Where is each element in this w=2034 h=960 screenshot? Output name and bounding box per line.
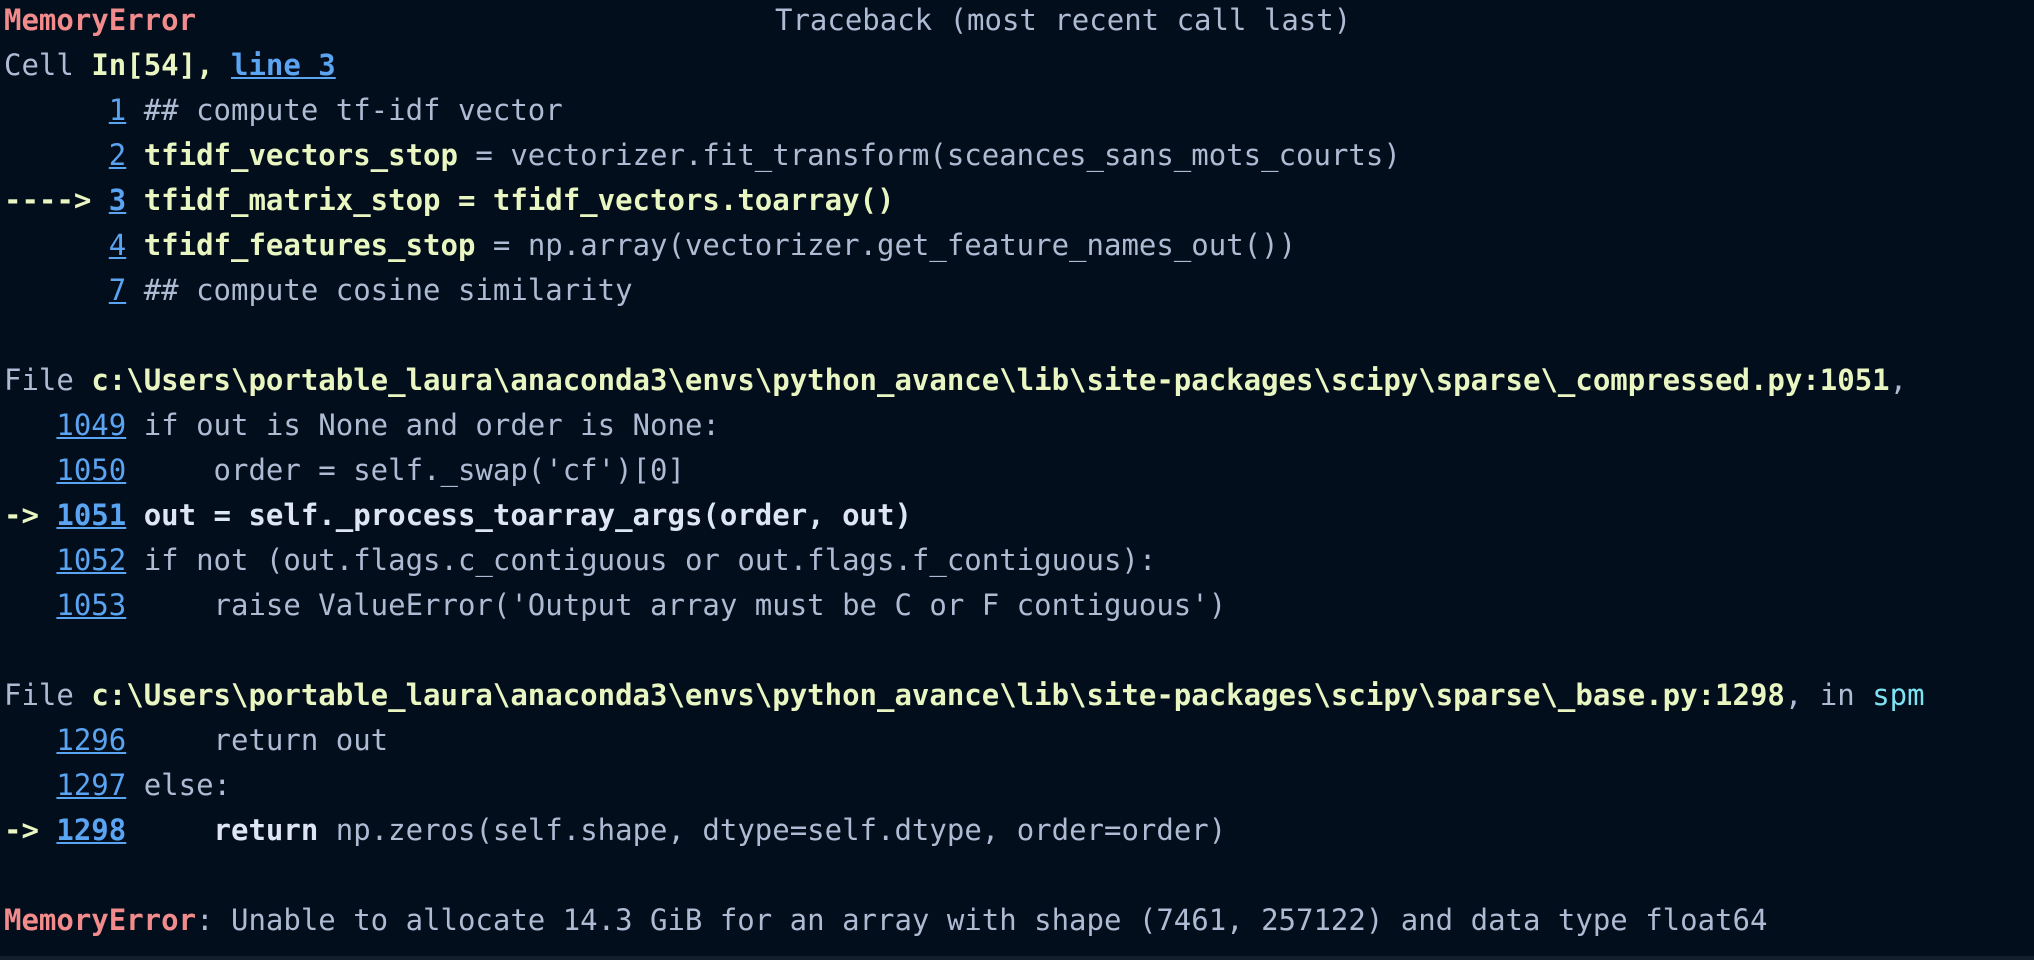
file-location: File c:\Users\portable_laura\anaconda3\e… bbox=[4, 673, 1925, 718]
file-location: File c:\Users\portable_laura\anaconda3\e… bbox=[4, 358, 1907, 403]
line-number-link[interactable]: 1298 bbox=[56, 813, 126, 847]
code-text: if not (out.flags.c_contiguous or out.fl… bbox=[126, 543, 1157, 577]
code-text: ## compute cosine similarity bbox=[126, 273, 633, 307]
function-name: spm bbox=[1872, 678, 1925, 712]
code-line: 1052 if not (out.flags.c_contiguous or o… bbox=[4, 538, 1156, 583]
code-bold: tfidf_features_stop bbox=[126, 228, 476, 262]
code-text: if out is None and order is None: bbox=[126, 408, 720, 442]
line-number-link[interactable]: 1050 bbox=[56, 453, 126, 487]
code-keyword: return bbox=[213, 813, 319, 847]
line-prefix bbox=[4, 543, 56, 577]
line-number-link[interactable]: 1297 bbox=[56, 768, 126, 802]
traceback-title: Traceback (most recent call last) bbox=[775, 3, 1352, 37]
cell-line-link[interactable]: line 3 bbox=[231, 48, 336, 82]
line-number-link[interactable]: 1051 bbox=[56, 498, 126, 532]
line-prefix bbox=[4, 408, 56, 442]
line-number-link[interactable]: 4 bbox=[109, 228, 126, 262]
code-line: 2 tfidf_vectors_stop = vectorizer.fit_tr… bbox=[4, 133, 1401, 178]
line-prefix bbox=[4, 228, 109, 262]
current-line-arrow: -> bbox=[4, 813, 57, 847]
file-path: c:\Users\portable_laura\anaconda3\envs\p… bbox=[91, 363, 1890, 397]
line-prefix bbox=[4, 768, 56, 802]
code-text: ## compute tf-idf vector bbox=[126, 93, 563, 127]
line-number-link[interactable]: 1049 bbox=[56, 408, 126, 442]
scrollbar-track[interactable] bbox=[0, 956, 2034, 960]
line-number-link[interactable]: 3 bbox=[109, 183, 126, 217]
line-number-link[interactable]: 1 bbox=[109, 93, 126, 127]
line-prefix bbox=[4, 93, 109, 127]
cell-prefix: Cell bbox=[4, 48, 92, 82]
line-number-link[interactable]: 1296 bbox=[56, 723, 126, 757]
in-word: , in bbox=[1784, 678, 1873, 712]
code-line: 1 ## compute tf-idf vector bbox=[4, 88, 563, 133]
error-name: MemoryError bbox=[4, 903, 197, 937]
code-bold: tfidf_matrix_stop = tfidf_vectors.toarra… bbox=[126, 183, 895, 217]
file-label: File bbox=[4, 678, 92, 712]
file-label: File bbox=[4, 363, 92, 397]
traceback-header: MemoryError bbox=[4, 0, 196, 43]
line-prefix bbox=[4, 453, 56, 487]
code-text: else: bbox=[126, 768, 231, 802]
code-line-current: ----> 3 tfidf_matrix_stop = tfidf_vector… bbox=[4, 178, 894, 223]
code-line-current: -> 1051 out = self._process_toarray_args… bbox=[4, 493, 912, 538]
error-text: : Unable to allocate 14.3 GiB for an arr… bbox=[196, 903, 1768, 937]
line-prefix bbox=[4, 138, 109, 172]
line-number-link[interactable]: 1052 bbox=[56, 543, 126, 577]
code-text: = vectorizer.fit_transform(sceances_sans… bbox=[457, 138, 1401, 172]
line-number-link[interactable]: 7 bbox=[109, 273, 126, 307]
code-line: 4 tfidf_features_stop = np.array(vectori… bbox=[4, 223, 1296, 268]
code-text: raise ValueError('Output array must be C… bbox=[126, 588, 1227, 622]
code-line: 1296 return out bbox=[4, 718, 388, 763]
code-line: 1297 else: bbox=[4, 763, 231, 808]
code-text: return out bbox=[126, 723, 389, 757]
file-suffix: , bbox=[1889, 363, 1908, 397]
code-line: 7 ## compute cosine similarity bbox=[4, 268, 633, 313]
code-text: = np.array(vectorizer.get_feature_names_… bbox=[475, 228, 1297, 262]
current-line-arrow: -> bbox=[4, 498, 57, 532]
error-message: MemoryError: Unable to allocate 14.3 GiB… bbox=[4, 898, 1767, 943]
line-prefix bbox=[4, 723, 56, 757]
code-text: np.zeros(self.shape, dtype=self.dtype, o… bbox=[318, 813, 1227, 847]
code-line: 1053 raise ValueError('Output array must… bbox=[4, 583, 1226, 628]
cell-in: In[54], bbox=[91, 48, 231, 82]
code-line-current: -> 1298 return np.zeros(self.shape, dtyp… bbox=[4, 808, 1226, 853]
file-path: c:\Users\portable_laura\anaconda3\envs\p… bbox=[91, 678, 1785, 712]
code-text: order = self._swap('cf')[0] bbox=[126, 453, 685, 487]
code-bold: tfidf_vectors_stop bbox=[126, 138, 458, 172]
line-number-link[interactable]: 1053 bbox=[56, 588, 126, 622]
cell-location: Cell In[54], line 3 bbox=[4, 43, 336, 88]
current-line-arrow: ----> bbox=[4, 183, 109, 217]
code-bold: out = self._process_toarray_args(order, … bbox=[126, 498, 912, 532]
code-line: 1049 if out is None and order is None: bbox=[4, 403, 720, 448]
line-prefix bbox=[4, 588, 56, 622]
error-name: MemoryError bbox=[4, 3, 197, 37]
line-prefix bbox=[4, 273, 109, 307]
code-line: 1050 order = self._swap('cf')[0] bbox=[4, 448, 685, 493]
traceback-output: MemoryError Traceback (most recent call … bbox=[0, 0, 2034, 960]
line-number-link[interactable]: 2 bbox=[109, 138, 126, 172]
